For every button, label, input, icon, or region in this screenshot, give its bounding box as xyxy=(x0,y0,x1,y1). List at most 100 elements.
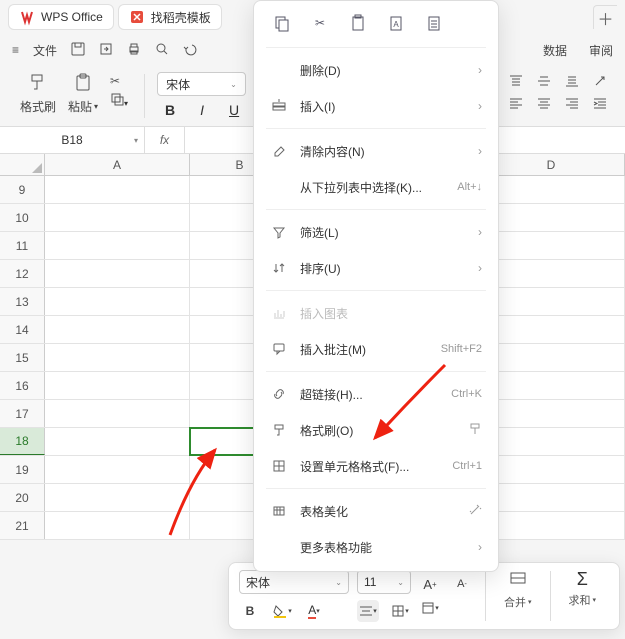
row-header[interactable]: 12 xyxy=(0,260,45,287)
menu-insert-comment[interactable]: 插入批注(M)Shift+F2 xyxy=(254,331,498,367)
align-middle-icon[interactable] xyxy=(535,72,553,90)
row-header[interactable]: 16 xyxy=(0,372,45,399)
mini-merge-button[interactable]: 合并▾ xyxy=(498,569,538,623)
mini-font-select[interactable]: 宋体⌄ xyxy=(239,570,349,594)
paste-special-icon[interactable] xyxy=(424,13,444,33)
align-left-icon[interactable] xyxy=(507,94,525,112)
name-box[interactable]: B18 xyxy=(0,127,145,153)
row-header[interactable]: 18 xyxy=(0,428,45,455)
format-painter-button[interactable]: 格式刷 xyxy=(16,72,60,115)
font-name-select[interactable]: 宋体 ⌄ xyxy=(157,72,246,96)
row-header[interactable]: 11 xyxy=(0,232,45,259)
menu-clear[interactable]: 清除内容(N)› xyxy=(254,133,498,169)
menu-beautify[interactable]: 表格美化 xyxy=(254,493,498,529)
cell[interactable] xyxy=(45,400,190,427)
mini-border-button[interactable]: ▾ xyxy=(389,600,411,622)
preview-icon[interactable] xyxy=(155,42,169,59)
copy-icon[interactable]: ▾ xyxy=(110,92,128,109)
new-tab-button[interactable]: ＋ xyxy=(593,5,617,29)
magic-icon[interactable] xyxy=(468,503,482,520)
cell[interactable] xyxy=(478,456,625,483)
underline-button[interactable]: U xyxy=(225,102,243,118)
cell[interactable] xyxy=(45,372,190,399)
tab-wps-office[interactable]: WPS Office xyxy=(8,4,114,30)
menu-format-cells[interactable]: 设置单元格格式(F)...Ctrl+1 xyxy=(254,448,498,484)
menu-delete[interactable]: 删除(D)› xyxy=(254,52,498,88)
cut-icon[interactable]: ✂ xyxy=(110,74,128,88)
cell[interactable] xyxy=(478,260,625,287)
cell[interactable] xyxy=(478,204,625,231)
print-icon[interactable] xyxy=(127,42,141,59)
undo-icon[interactable] xyxy=(183,42,197,59)
mini-shrink-font-button[interactable]: A- xyxy=(451,573,473,595)
fx-icon[interactable]: fx xyxy=(145,127,185,153)
cell[interactable] xyxy=(45,456,190,483)
select-all-corner[interactable] xyxy=(0,154,45,175)
mini-bold-button[interactable]: B xyxy=(239,600,261,622)
row-header[interactable]: 13 xyxy=(0,288,45,315)
copy-icon[interactable] xyxy=(272,13,292,33)
cell[interactable] xyxy=(45,512,190,539)
row-header[interactable]: 21 xyxy=(0,512,45,539)
column-header[interactable]: A xyxy=(45,154,190,175)
row-header[interactable]: 17 xyxy=(0,400,45,427)
cell[interactable] xyxy=(478,176,625,203)
menu-file[interactable]: 文件 xyxy=(33,42,57,59)
cell[interactable] xyxy=(478,428,625,455)
menu-select-from-list[interactable]: 从下拉列表中选择(K)...Alt+↓ xyxy=(254,169,498,205)
italic-button[interactable]: I xyxy=(193,102,211,118)
mini-align-button[interactable]: ▾ xyxy=(357,600,379,622)
row-header[interactable]: 10 xyxy=(0,204,45,231)
mini-fill-color-button[interactable]: ▾ xyxy=(271,600,293,622)
paste-text-icon[interactable]: A xyxy=(386,13,406,33)
mini-format-as-table-button[interactable]: ▾ xyxy=(419,597,441,619)
mini-font-color-button[interactable]: A▾ xyxy=(303,600,325,622)
mini-sum-button[interactable]: Σ 求和▾ xyxy=(563,569,603,623)
cell[interactable] xyxy=(478,316,625,343)
menu-more-table[interactable]: 更多表格功能› xyxy=(254,529,498,565)
menu-review[interactable]: 审阅 xyxy=(589,42,613,59)
save-icon[interactable] xyxy=(71,42,85,59)
hamburger-icon[interactable]: ≡ xyxy=(12,43,19,57)
mini-grow-font-button[interactable]: A+ xyxy=(419,573,441,595)
row-header[interactable]: 20 xyxy=(0,484,45,511)
cell[interactable] xyxy=(45,428,190,455)
align-bottom-icon[interactable] xyxy=(563,72,581,90)
row-header[interactable]: 9 xyxy=(0,176,45,203)
cell[interactable] xyxy=(45,288,190,315)
cut-icon[interactable]: ✂ xyxy=(310,13,330,33)
tab-templates[interactable]: 找稻壳模板 xyxy=(118,4,222,30)
menu-filter[interactable]: 筛选(L)› xyxy=(254,214,498,250)
column-header[interactable]: D xyxy=(478,154,625,175)
cell[interactable] xyxy=(45,344,190,371)
bold-button[interactable]: B xyxy=(161,102,179,118)
cell[interactable] xyxy=(478,288,625,315)
align-right-icon[interactable] xyxy=(563,94,581,112)
cell[interactable] xyxy=(478,372,625,399)
menu-format-painter[interactable]: 格式刷(O) xyxy=(254,412,498,448)
cell[interactable] xyxy=(478,232,625,259)
brush-icon[interactable] xyxy=(468,422,482,439)
indent-icon[interactable] xyxy=(591,94,609,112)
paste-button[interactable]: 粘贴▾ xyxy=(64,72,102,115)
orientation-icon[interactable] xyxy=(591,72,609,90)
paste-icon[interactable] xyxy=(348,13,368,33)
mini-size-select[interactable]: 11⌄ xyxy=(357,570,411,594)
cell[interactable] xyxy=(45,176,190,203)
menu-sort[interactable]: 排序(U)› xyxy=(254,250,498,286)
cell[interactable] xyxy=(45,484,190,511)
cell[interactable] xyxy=(45,260,190,287)
cell[interactable] xyxy=(45,232,190,259)
row-header[interactable]: 14 xyxy=(0,316,45,343)
cell[interactable] xyxy=(45,204,190,231)
row-header[interactable]: 15 xyxy=(0,344,45,371)
cell[interactable] xyxy=(478,400,625,427)
cell[interactable] xyxy=(478,344,625,371)
cell[interactable] xyxy=(478,512,625,539)
cell[interactable] xyxy=(45,316,190,343)
menu-insert[interactable]: 插入(I)› xyxy=(254,88,498,124)
align-top-icon[interactable] xyxy=(507,72,525,90)
align-center-icon[interactable] xyxy=(535,94,553,112)
menu-hyperlink[interactable]: 超链接(H)...Ctrl+K xyxy=(254,376,498,412)
cell[interactable] xyxy=(478,484,625,511)
